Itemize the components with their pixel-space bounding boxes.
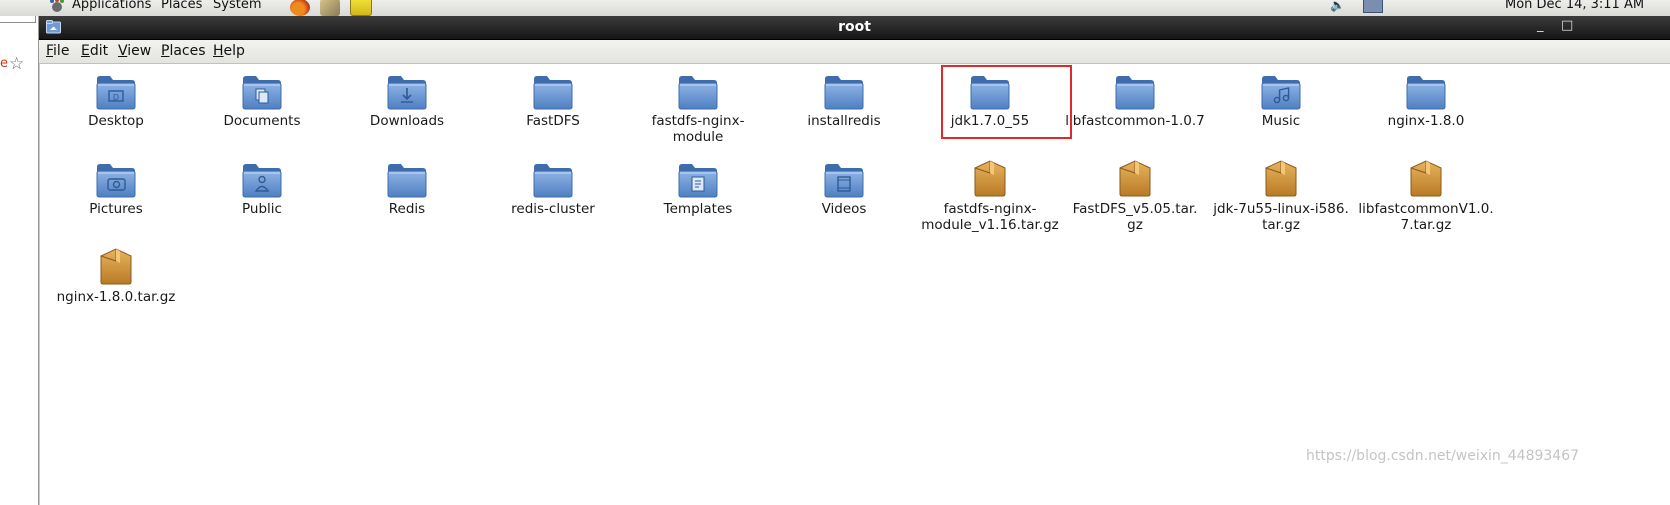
archive-fastdfs-nginx-module-v1-16-tar-gz[interactable]: fastdfs-nginx- module_v1.16.tar.gz: [920, 160, 1060, 233]
panel-clock[interactable]: Mon Dec 14, 3:11 AM: [1505, 0, 1644, 12]
file-label: libfastcommonV1.0. 7.tar.gz: [1358, 201, 1494, 233]
folder-fastdfs-nginx-module[interactable]: fastdfs-nginx- module: [628, 74, 768, 145]
file-label: installredis: [807, 113, 881, 129]
window-title: root: [838, 19, 871, 35]
file-label: libfastcommon-1.0.7: [1065, 113, 1205, 129]
menu-view[interactable]: View: [118, 43, 151, 59]
maximize-button[interactable]: □: [1561, 18, 1573, 33]
file-label: Pictures: [89, 201, 143, 217]
menu-edit[interactable]: Edit: [81, 43, 108, 59]
text-fragment: e: [0, 56, 8, 71]
watermark: https://blog.csdn.net/weixin_44893467: [1306, 448, 1580, 464]
places-menu[interactable]: Places: [161, 0, 202, 12]
folder-pictures[interactable]: Pictures: [46, 162, 186, 217]
file-label: Music: [1261, 113, 1301, 129]
file-label: jdk1.7.0_55: [950, 113, 1030, 129]
folder-icon: [677, 74, 719, 110]
folder-icon: [823, 74, 865, 110]
system-menu[interactable]: System: [213, 0, 261, 12]
folder-icon: [386, 162, 428, 198]
file-label: Desktop: [88, 113, 144, 129]
volume-icon[interactable]: 🔈: [1330, 0, 1345, 12]
file-label: Documents: [223, 113, 301, 129]
file-label: Public: [242, 201, 282, 217]
folder-icon: [95, 162, 137, 198]
folder-redis-cluster[interactable]: redis-cluster: [483, 162, 623, 217]
archive-icon: [1117, 160, 1153, 198]
file-label: nginx-1.8.0.tar.gz: [56, 289, 176, 305]
file-label: fastdfs-nginx- module: [651, 113, 745, 145]
folder-icon: [1405, 74, 1447, 110]
file-label: FastDFS: [526, 113, 580, 129]
applications-menu[interactable]: Applications: [72, 0, 151, 12]
folder-icon: [386, 74, 428, 110]
archive-icon: [1263, 160, 1299, 198]
bookmark-star-icon[interactable]: ☆: [9, 54, 24, 74]
file-label: jdk-7u55-linux-i586. tar.gz: [1213, 201, 1349, 233]
archive-jdk-7u55-linux-i586-tar-gz[interactable]: jdk-7u55-linux-i586. tar.gz: [1211, 160, 1351, 233]
folder-public[interactable]: Public: [192, 162, 332, 217]
folder-icon: D: [95, 74, 137, 110]
menu-file[interactable]: File: [46, 43, 69, 59]
file-label: Templates: [663, 201, 733, 217]
network-icon[interactable]: [1363, 0, 1384, 13]
folder-icon: [823, 162, 865, 198]
folder-templates[interactable]: Templates: [628, 162, 768, 217]
minimize-button[interactable]: _: [1537, 18, 1544, 33]
top-panel: Applications Places System 🔈 Mon Dec 14,…: [0, 0, 1670, 17]
address-bar-fragment: [0, 16, 36, 23]
email-client-icon[interactable]: [320, 0, 341, 16]
background-browser-window: e ☆: [0, 16, 39, 505]
folder-nginx-1-8-0[interactable]: nginx-1.8.0: [1356, 74, 1496, 129]
archive-libfastcommonv1-0-7-tar-gz[interactable]: libfastcommonV1.0. 7.tar.gz: [1356, 160, 1496, 233]
menu-places[interactable]: Places: [161, 43, 206, 59]
gnome-foot-icon[interactable]: [48, 0, 66, 13]
folder-icon: [1260, 74, 1302, 110]
folder-downloads[interactable]: Downloads: [337, 74, 477, 129]
folder-icon: [1114, 74, 1156, 110]
file-icon-view[interactable]: [39, 64, 1670, 505]
menubar: File Edit View Places Help: [39, 40, 1670, 64]
menu-help[interactable]: Help: [213, 43, 245, 59]
folder-desktop[interactable]: D Desktop: [46, 74, 186, 129]
firefox-icon[interactable]: [290, 0, 310, 16]
file-label: Downloads: [369, 113, 445, 129]
system-tray: 🔈: [1330, 0, 1384, 13]
svg-text:D: D: [113, 93, 119, 102]
notes-icon[interactable]: [350, 0, 373, 16]
folder-videos[interactable]: Videos: [774, 162, 914, 217]
archive-icon: [98, 248, 134, 286]
folder-documents[interactable]: Documents: [192, 74, 332, 129]
folder-icon: [532, 162, 574, 198]
archive-nginx-1-8-0-tar-gz[interactable]: nginx-1.8.0.tar.gz: [46, 248, 186, 305]
file-label: Redis: [388, 201, 426, 217]
folder-icon: [241, 162, 283, 198]
archive-icon: [972, 160, 1008, 198]
folder-libfastcommon-1-0-7[interactable]: libfastcommon-1.0.7: [1065, 74, 1205, 129]
folder-fastdfs[interactable]: FastDFS: [483, 74, 623, 129]
file-label: FastDFS_v5.05.tar. gz: [1072, 201, 1198, 233]
folder-icon: [532, 74, 574, 110]
folder-icon: [241, 74, 283, 110]
file-label: fastdfs-nginx- module_v1.16.tar.gz: [921, 201, 1059, 233]
file-label: nginx-1.8.0: [1387, 113, 1465, 129]
archive-icon: [1408, 160, 1444, 198]
folder-jdk1-7-0-55[interactable]: jdk1.7.0_55: [920, 74, 1060, 129]
folder-redis[interactable]: Redis: [337, 162, 477, 217]
panel-launchers: [290, 0, 378, 16]
file-label: Videos: [821, 201, 867, 217]
folder-music[interactable]: Music: [1211, 74, 1351, 129]
folder-icon: [969, 74, 1011, 110]
archive-fastdfs-v5-05-tar-gz[interactable]: FastDFS_v5.05.tar. gz: [1065, 160, 1205, 233]
folder-installredis[interactable]: installredis: [774, 74, 914, 129]
window-titlebar[interactable]: root _ □: [39, 16, 1670, 40]
folder-icon: [677, 162, 719, 198]
file-label: redis-cluster: [511, 201, 595, 217]
